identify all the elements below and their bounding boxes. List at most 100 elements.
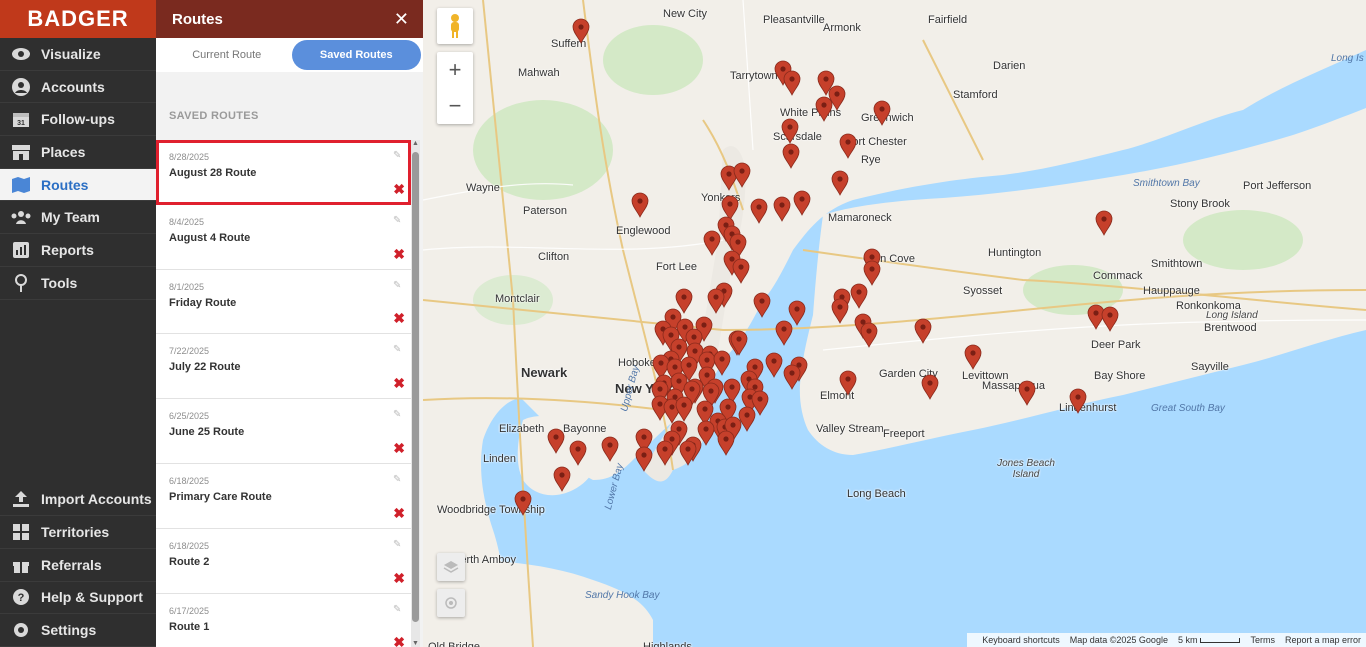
pencil-icon[interactable]: ✎ <box>393 604 403 615</box>
map[interactable]: Suffern New City Pleasantville Armonk Fairfi… <box>423 0 1366 647</box>
map-marker-icon[interactable] <box>1095 210 1113 236</box>
map-marker-icon[interactable] <box>601 436 619 462</box>
map-marker-icon[interactable] <box>921 374 939 400</box>
delete-icon[interactable]: ✖ <box>393 246 405 263</box>
nav-item-routes[interactable]: Routes <box>0 168 156 202</box>
nav-item-tools[interactable]: Tools <box>0 267 156 300</box>
nav-item-help-support[interactable]: ? Help & Support <box>0 582 156 615</box>
saved-route-item[interactable]: 6/25/2025 June 25 Route ✎ ✖ <box>156 399 411 464</box>
map-marker-icon[interactable] <box>781 118 799 144</box>
nav-item-places[interactable]: Places <box>0 136 156 169</box>
saved-route-item[interactable]: 6/18/2025 Route 2 ✎ ✖ <box>156 528 411 594</box>
map-marker-icon[interactable] <box>514 490 532 516</box>
saved-route-item[interactable]: 6/18/2025 Primary Care Route ✎ ✖ <box>156 463 411 529</box>
map-marker-icon[interactable] <box>793 190 811 216</box>
map-marker-icon[interactable] <box>569 440 587 466</box>
map-marker-icon[interactable] <box>850 283 868 309</box>
map-marker-icon[interactable] <box>635 446 653 472</box>
map-marker-icon[interactable] <box>656 440 674 466</box>
saved-route-item[interactable]: 8/4/2025 August 4 Route ✎ ✖ <box>156 204 411 270</box>
zoom-out-button[interactable]: − <box>437 88 473 124</box>
delete-icon[interactable]: ✖ <box>393 505 405 522</box>
layers-icon[interactable] <box>437 553 465 581</box>
map-marker-icon[interactable] <box>860 322 878 348</box>
map-marker-icon[interactable] <box>914 318 932 344</box>
pencil-icon[interactable]: ✎ <box>393 409 403 420</box>
map-marker-icon[interactable] <box>717 430 735 456</box>
map-marker-icon[interactable] <box>547 428 565 454</box>
map-marker-icon[interactable] <box>1069 388 1087 414</box>
saved-route-item[interactable]: 8/1/2025 Friday Route ✎ ✖ <box>156 269 411 335</box>
map-marker-icon[interactable] <box>732 258 750 284</box>
map-marker-icon[interactable] <box>765 352 783 378</box>
map-marker-icon[interactable] <box>831 170 849 196</box>
terms-link[interactable]: Terms <box>1250 635 1275 645</box>
nav-item-follow-ups[interactable]: 31 Follow-ups <box>0 103 156 137</box>
saved-route-item[interactable]: 8/28/2025 August 28 Route ✎ ✖ <box>156 140 411 205</box>
nav-item-accounts[interactable]: Accounts <box>0 71 156 104</box>
tab-saved-routes[interactable]: Saved Routes <box>291 40 421 70</box>
route-date: 8/1/2025 <box>169 281 205 292</box>
nav-item-import-accounts[interactable]: Import Accounts <box>0 484 156 517</box>
map-marker-icon[interactable] <box>839 133 857 159</box>
pencil-icon[interactable]: ✎ <box>393 539 403 550</box>
route-date: 6/17/2025 <box>169 605 210 616</box>
route-date: 6/18/2025 <box>169 540 210 551</box>
pencil-icon[interactable]: ✎ <box>393 215 403 226</box>
map-marker-icon[interactable] <box>783 364 801 390</box>
locate-icon[interactable] <box>437 589 465 617</box>
map-marker-icon[interactable] <box>964 344 982 370</box>
map-marker-icon[interactable] <box>1101 306 1119 332</box>
map-marker-icon[interactable] <box>553 466 571 492</box>
tab-current-route[interactable]: Current Route <box>162 40 292 70</box>
scroll-up-icon[interactable]: ▲ <box>411 140 420 147</box>
nav-item-my-team[interactable]: My Team <box>0 201 156 235</box>
list-scrollbar[interactable]: ▲ ▼ <box>411 140 420 647</box>
saved-route-item[interactable]: 7/22/2025 July 22 Route ✎ ✖ <box>156 334 411 400</box>
map-marker-icon[interactable] <box>707 288 725 314</box>
nav-item-visualize[interactable]: Visualize <box>0 38 156 71</box>
delete-icon[interactable]: ✖ <box>393 310 405 327</box>
map-marker-icon[interactable] <box>783 70 801 96</box>
map-marker-icon[interactable] <box>675 396 693 422</box>
delete-icon[interactable]: ✖ <box>393 375 405 392</box>
map-marker-icon[interactable] <box>831 298 849 324</box>
map-marker-icon[interactable] <box>873 100 891 126</box>
pencil-icon[interactable]: ✎ <box>393 150 403 161</box>
nav-item-territories[interactable]: Territories <box>0 516 156 549</box>
map-marker-icon[interactable] <box>733 162 751 188</box>
map-marker-icon[interactable] <box>815 96 833 122</box>
map-marker-icon[interactable] <box>839 370 857 396</box>
map-marker-icon[interactable] <box>730 330 748 356</box>
logo[interactable]: BADGER <box>0 0 156 38</box>
map-marker-icon[interactable] <box>631 192 649 218</box>
keyboard-shortcuts-link[interactable]: Keyboard shortcuts <box>982 635 1060 645</box>
map-marker-icon[interactable] <box>753 292 771 318</box>
map-marker-icon[interactable] <box>1018 380 1036 406</box>
pencil-icon[interactable]: ✎ <box>393 280 403 291</box>
map-marker-icon[interactable] <box>775 320 793 346</box>
report-map-error-link[interactable]: Report a map error <box>1285 635 1361 645</box>
saved-route-item[interactable]: 6/17/2025 Route 1 ✎ ✖ <box>156 593 411 647</box>
close-icon[interactable]: ✕ <box>394 9 409 30</box>
map-marker-icon[interactable] <box>773 196 791 222</box>
scroll-thumb[interactable] <box>412 152 419 622</box>
map-marker-icon[interactable] <box>782 143 800 169</box>
map-marker-icon[interactable] <box>703 230 721 256</box>
street-view-icon[interactable] <box>437 8 473 44</box>
zoom-in-button[interactable]: + <box>437 52 473 88</box>
map-marker-icon[interactable] <box>572 18 590 44</box>
delete-icon[interactable]: ✖ <box>393 634 405 647</box>
delete-icon[interactable]: ✖ <box>393 440 405 457</box>
pencil-icon[interactable]: ✎ <box>393 474 403 485</box>
nav-item-referrals[interactable]: Referrals <box>0 549 156 582</box>
pencil-icon[interactable]: ✎ <box>393 344 403 355</box>
nav-item-settings[interactable]: Settings <box>0 614 156 647</box>
delete-icon[interactable]: ✖ <box>393 570 405 587</box>
map-marker-icon[interactable] <box>679 440 697 466</box>
nav-item-reports[interactable]: Reports <box>0 234 156 267</box>
team-icon <box>10 207 32 227</box>
map-marker-icon[interactable] <box>750 198 768 224</box>
delete-icon[interactable]: ✖ <box>393 181 405 198</box>
scroll-down-icon[interactable]: ▼ <box>411 640 420 647</box>
